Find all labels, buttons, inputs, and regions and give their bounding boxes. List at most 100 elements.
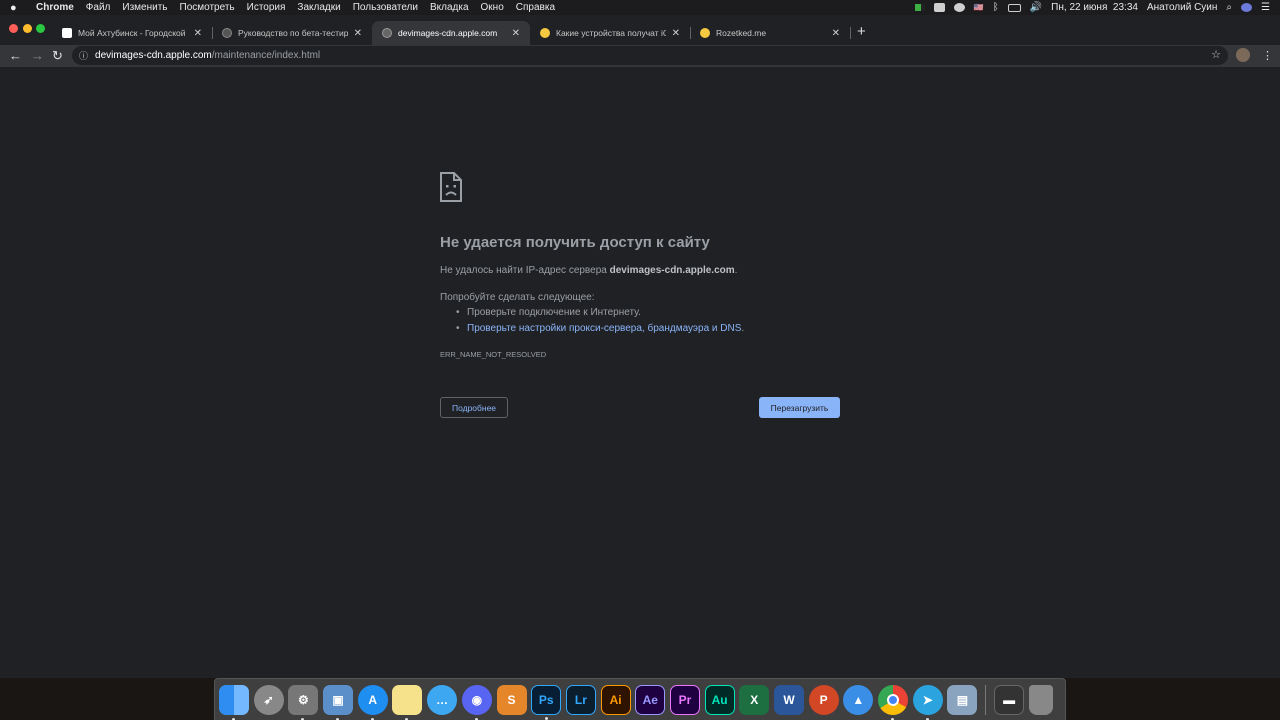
text-input-icon[interactable]	[933, 3, 945, 12]
notes-icon[interactable]	[392, 684, 423, 720]
tab-title: devimages-cdn.apple.com	[398, 28, 498, 38]
premiere-icon[interactable]: Pr	[669, 684, 700, 715]
error-description-prefix: Не удалось найти IP-адрес сервера	[440, 265, 610, 276]
menu-history[interactable]: История	[247, 2, 286, 13]
chrome-icon[interactable]	[878, 684, 909, 720]
menu-view[interactable]: Посмотреть	[180, 2, 235, 13]
bookmark-star-icon[interactable]: ☆	[1211, 48, 1221, 61]
tab-favicon-icon	[382, 28, 392, 38]
suggestion-check-connection: Проверьте подключение к Интернету.	[467, 307, 641, 318]
telegram-icon[interactable]: ➤	[912, 684, 943, 720]
url-host: devimages-cdn.apple.com	[95, 50, 212, 61]
powerpoint-icon[interactable]: P	[808, 684, 839, 715]
after-effects-icon[interactable]: Ae	[635, 684, 666, 715]
tab-close-icon[interactable]: ✕	[672, 28, 680, 39]
menu-clock[interactable]: Пн, 22 июня 23:34	[1051, 2, 1138, 13]
tab-title: Руководство по бета-тестиро	[238, 28, 348, 38]
menu-file[interactable]: Файл	[86, 2, 111, 13]
battery-icon[interactable]	[1007, 3, 1021, 12]
arc-navigation-icon[interactable]: ▲	[843, 684, 874, 715]
trash-icon[interactable]	[1028, 684, 1053, 715]
tab-close-icon[interactable]: ✕	[354, 28, 362, 39]
tab-favicon-icon	[222, 28, 232, 38]
tab-close-icon[interactable]: ✕	[194, 28, 202, 39]
tab-close-icon[interactable]: ✕	[832, 28, 840, 39]
tab-title: Мой Ахтубинск - Городской Ᵽ	[78, 28, 188, 38]
forward-arrow-icon[interactable]: →	[31, 48, 44, 64]
suggestion-suffix: .	[741, 323, 745, 334]
browser-toolbar: ← → ↻ ⓘ devimages-cdn.apple.com/maintena…	[0, 45, 1280, 67]
terminal-icon[interactable]: ▬	[994, 684, 1025, 715]
volume-icon[interactable]: 🔊	[1030, 2, 1042, 13]
illustrator-icon[interactable]: Ai	[600, 684, 631, 715]
tab-1[interactable]: Мой Ахтубинск - Городской Ᵽ ✕	[52, 21, 212, 45]
tab-favicon-icon	[540, 28, 550, 38]
activity-graph-icon[interactable]	[914, 4, 925, 11]
error-code: ERR_NAME_NOT_RESOLVED	[440, 350, 547, 359]
notification-center-icon[interactable]: ☰	[1261, 2, 1270, 13]
tab-4[interactable]: Какие устройства получат iOS ✕	[530, 21, 690, 45]
tab-3-active[interactable]: devimages-cdn.apple.com ✕	[372, 21, 530, 45]
tab-separator	[850, 27, 851, 39]
menu-app-name[interactable]: Chrome	[36, 2, 74, 13]
address-bar[interactable]: ⓘ devimages-cdn.apple.com/maintenance/in…	[72, 46, 1228, 65]
excel-icon[interactable]: X	[739, 684, 770, 715]
photoshop-icon[interactable]: Ps	[531, 684, 562, 720]
error-description-suffix: .	[734, 265, 738, 276]
maximize-window-button[interactable]	[36, 24, 45, 33]
preview-icon[interactable]: ▣	[323, 684, 354, 720]
spotlight-icon[interactable]: ⌕	[1226, 2, 1232, 13]
menu-people[interactable]: Пользователи	[353, 2, 418, 13]
new-tab-button[interactable]: +	[857, 23, 866, 40]
menu-window[interactable]: Окно	[481, 2, 504, 13]
system-preferences-icon[interactable]: ⚙	[288, 684, 319, 720]
tab-favicon-icon	[700, 28, 710, 38]
suggestions-list: Проверьте подключение к Интернету. Прове…	[456, 307, 745, 339]
telegram-status-icon[interactable]	[953, 3, 965, 12]
tab-5[interactable]: Rozetked.me ✕	[690, 21, 850, 45]
audition-icon[interactable]: Au	[704, 684, 735, 715]
app-store-icon[interactable]: A	[357, 684, 388, 720]
suggestion-item: Проверьте настройки прокси-сервера, бран…	[456, 323, 745, 339]
chrome-menu-icon[interactable]: ⋮	[1262, 48, 1273, 64]
info-icon[interactable]: ⓘ	[79, 49, 88, 62]
suggestion-item: Проверьте подключение к Интернету.	[456, 307, 744, 323]
tab-strip: Мой Ахтубинск - Городской Ᵽ ✕ Руководств…	[0, 15, 1280, 45]
launchpad-icon[interactable]: ➶	[253, 684, 284, 715]
error-title: Не удается получить доступ к сайту	[440, 234, 710, 251]
discord-icon[interactable]: ◉	[461, 684, 492, 720]
tab-title: Rozetked.me	[716, 28, 767, 38]
dock: ➶ ⚙ ▣ A … ◉ S Ps Lr Ai Ae Pr Au X W P ▲ …	[214, 678, 1066, 720]
tab-favicon-icon	[62, 28, 72, 38]
close-window-button[interactable]	[9, 24, 18, 33]
tab-title: Какие устройства получат iOS	[556, 28, 666, 38]
menu-user[interactable]: Анатолий Суин	[1147, 2, 1217, 13]
menu-edit[interactable]: Изменить	[122, 2, 167, 13]
finder-icon[interactable]	[219, 684, 249, 720]
tab-2[interactable]: Руководство по бета-тестиро ✕	[212, 21, 372, 45]
details-button[interactable]: Подробнее	[440, 397, 508, 418]
menu-bookmarks[interactable]: Закладки	[297, 2, 340, 13]
tab-close-icon[interactable]: ✕	[512, 28, 520, 39]
word-icon[interactable]: W	[774, 684, 804, 715]
reload-icon[interactable]: ↻	[52, 48, 63, 64]
sublime-text-icon[interactable]: S	[496, 684, 527, 715]
input-flag[interactable]: 🇺🇸	[974, 3, 984, 12]
bluetooth-icon[interactable]: ᛒ	[993, 2, 999, 13]
url-path: /maintenance/index.html	[211, 50, 321, 61]
menu-tab[interactable]: Вкладка	[430, 2, 469, 13]
minimize-window-button[interactable]	[23, 24, 32, 33]
messages-icon[interactable]: …	[427, 684, 458, 715]
reload-button[interactable]: Перезагрузить	[759, 397, 840, 418]
menu-help[interactable]: Справка	[516, 2, 555, 13]
profile-avatar[interactable]	[1236, 48, 1250, 62]
back-arrow-icon[interactable]: ←	[9, 48, 22, 64]
error-host: devimages-cdn.apple.com	[609, 265, 735, 276]
proxy-settings-link[interactable]: Проверьте настройки прокси-сервера, бран…	[467, 323, 741, 334]
screenshots-icon[interactable]: ▤	[947, 684, 978, 715]
apple-menu-icon[interactable]: ●	[10, 2, 22, 14]
siri-icon[interactable]	[1241, 3, 1253, 12]
menu-bar: ● Chrome Файл Изменить Посмотреть Истори…	[0, 0, 1280, 15]
lightroom-icon[interactable]: Lr	[565, 684, 596, 715]
dock-separator	[985, 684, 987, 715]
